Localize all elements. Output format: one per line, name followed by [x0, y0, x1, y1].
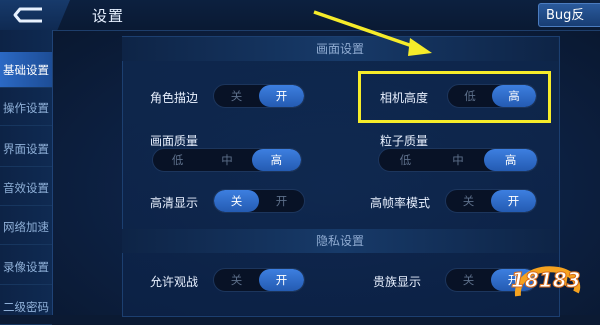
- option-medium[interactable]: 中: [432, 149, 485, 171]
- option-on[interactable]: 开: [491, 190, 536, 212]
- sidebar-item-password[interactable]: 二级密码: [0, 289, 52, 325]
- sidebar-item-replay[interactable]: 录像设置: [0, 249, 52, 285]
- option-on[interactable]: 开: [259, 190, 304, 212]
- option-off[interactable]: 关: [446, 269, 491, 291]
- role-outline-label: 角色描边: [150, 91, 199, 105]
- highlight-box: [358, 71, 551, 123]
- option-medium[interactable]: 中: [202, 149, 251, 171]
- sidebar-item-basic[interactable]: 基础设置: [0, 52, 52, 88]
- yellow-arrow-icon: [313, 10, 432, 56]
- watermark-text: 18183: [511, 268, 582, 293]
- particle-quality-selector[interactable]: 低 中 高: [378, 148, 538, 172]
- high-fps-toggle[interactable]: 关 开: [445, 189, 537, 213]
- sidebar-item-audio[interactable]: 音效设置: [0, 170, 52, 206]
- back-button[interactable]: [0, 0, 70, 30]
- option-off[interactable]: 关: [214, 190, 259, 212]
- option-on[interactable]: 开: [259, 85, 304, 107]
- back-arrow-icon: [13, 7, 42, 23]
- high-fps-label: 高帧率模式: [370, 196, 431, 210]
- option-low[interactable]: 低: [153, 149, 202, 171]
- option-high[interactable]: 高: [484, 149, 537, 171]
- section-header-privacy: 隐私设置: [122, 229, 558, 253]
- noble-display-label: 贵族显示: [373, 275, 422, 289]
- option-on[interactable]: 开: [259, 269, 304, 291]
- allow-spectate-label: 允许观战: [150, 275, 199, 289]
- sidebar-item-interface[interactable]: 界面设置: [0, 131, 52, 167]
- sidebar: 基础设置 操作设置 界面设置 音效设置 网络加速 录像设置 二级密码: [0, 30, 53, 325]
- image-quality-selector[interactable]: 低 中 高: [152, 148, 302, 172]
- bug-report-button[interactable]: Bug反: [538, 3, 600, 27]
- image-quality-label: 画面质量: [150, 134, 199, 148]
- role-outline-toggle[interactable]: 关 开: [213, 84, 305, 108]
- allow-spectate-toggle[interactable]: 关 开: [213, 268, 305, 292]
- option-off[interactable]: 关: [446, 190, 491, 212]
- option-low[interactable]: 低: [379, 149, 432, 171]
- option-off[interactable]: 关: [214, 269, 259, 291]
- particle-quality-label: 粒子质量: [380, 134, 429, 148]
- hd-display-label: 高清显示: [150, 196, 199, 210]
- hd-display-toggle[interactable]: 关 开: [213, 189, 305, 213]
- option-off[interactable]: 关: [214, 85, 259, 107]
- sidebar-item-controls[interactable]: 操作设置: [0, 90, 52, 126]
- page-title: 设置: [92, 7, 125, 25]
- sidebar-item-network[interactable]: 网络加速: [0, 209, 52, 245]
- option-high[interactable]: 高: [251, 149, 301, 171]
